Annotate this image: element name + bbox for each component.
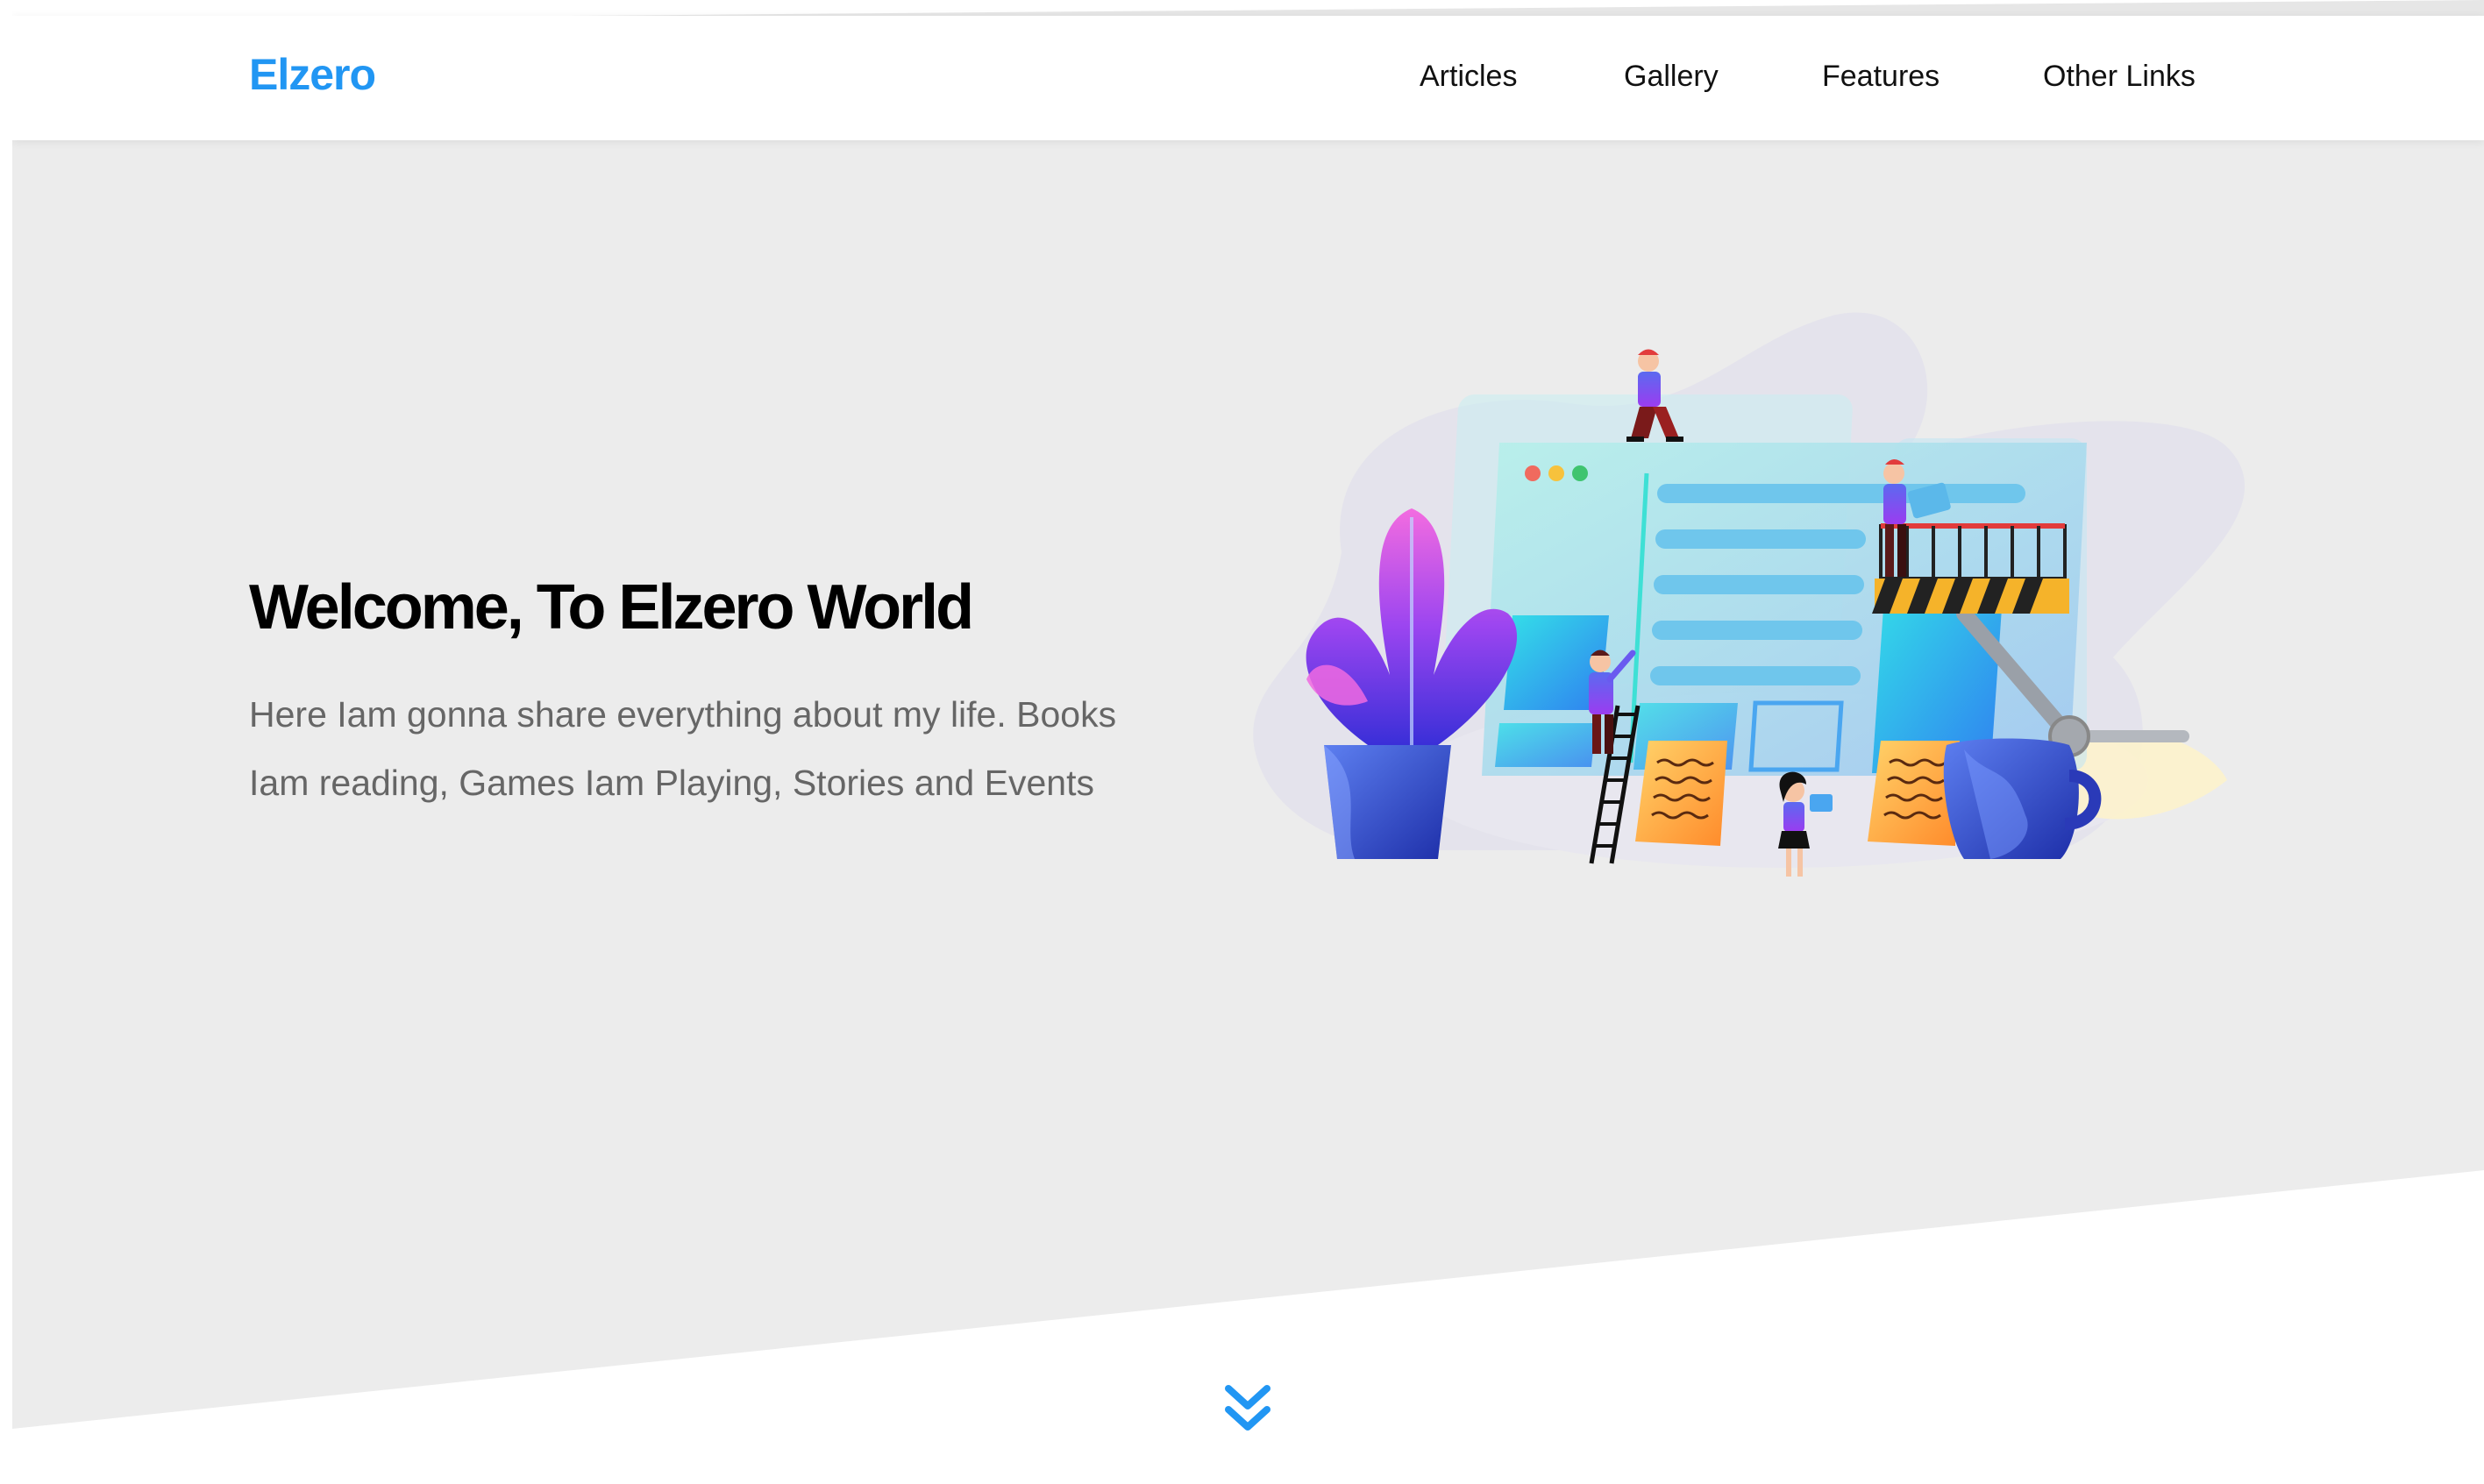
hero-title: Welcome, To Elzero World (249, 572, 974, 643)
web-development-illustration (1253, 312, 2246, 877)
nav-gallery[interactable]: Gallery (1624, 61, 1719, 91)
left-gutter (0, 0, 12, 1484)
hero-description: Here Iam gonna share everything about my… (249, 694, 1117, 804)
nav-other-links[interactable]: Other Links (2043, 61, 2196, 91)
hero-section: Welcome, To Elzero World Here Iam gonna … (249, 570, 1170, 817)
double-chevron-down-icon[interactable] (1223, 1383, 1272, 1436)
nav-features[interactable]: Features (1822, 61, 1940, 91)
main-nav: Articles Gallery Features Other Links (12, 16, 2484, 140)
site-header: Elzero Articles Gallery Features Other L… (12, 16, 2484, 140)
nav-articles[interactable]: Articles (1420, 61, 1517, 91)
